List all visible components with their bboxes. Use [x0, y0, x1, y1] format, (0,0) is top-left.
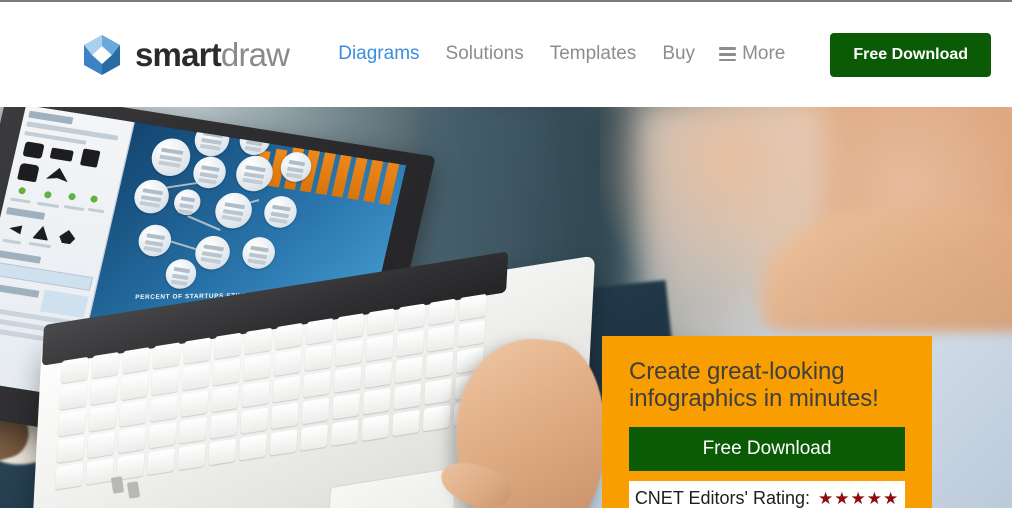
header-free-download-button[interactable]: Free Download [830, 32, 992, 77]
main-navigation: Diagrams Solutions Templates Buy More [325, 40, 796, 69]
nav-item-more[interactable]: More [708, 40, 796, 69]
promo-free-download-button[interactable]: Free Download [629, 427, 905, 472]
brand-word-draw: draw [220, 36, 290, 73]
nav-item-more-label: More [742, 43, 786, 65]
promo-card: Create great-looking infographics in min… [602, 336, 932, 508]
rating-stars-icon: ★★★★★ [817, 489, 900, 508]
nav-item-solutions[interactable]: Solutions [433, 40, 537, 69]
hero-photo: PERCENT OF STARTUPS STILL OPEN AFTER 4 Y… [0, 107, 1012, 508]
hamburger-menu-icon [719, 47, 737, 62]
site-header: smartdraw Diagrams Solutions Templates B… [0, 2, 1012, 107]
brand-logo-link[interactable]: smartdraw [82, 34, 290, 76]
cnet-rating-bar: CNET Editors' Rating: ★★★★★ [629, 481, 905, 508]
brand-wordmark: smartdraw [135, 36, 290, 73]
infographic-bubble-cluster [111, 120, 343, 304]
nav-item-buy[interactable]: Buy [649, 40, 708, 69]
nav-item-diagrams[interactable]: Diagrams [325, 40, 432, 69]
brand-word-smart: smart [135, 36, 222, 73]
promo-heading: Create great-looking infographics in min… [629, 358, 879, 413]
smartdraw-cube-logo-icon [84, 34, 120, 75]
nav-item-templates[interactable]: Templates [537, 40, 650, 69]
page-root: smartdraw Diagrams Solutions Templates B… [0, 0, 1012, 508]
cnet-rating-label: CNET Editors' Rating: [634, 488, 810, 508]
